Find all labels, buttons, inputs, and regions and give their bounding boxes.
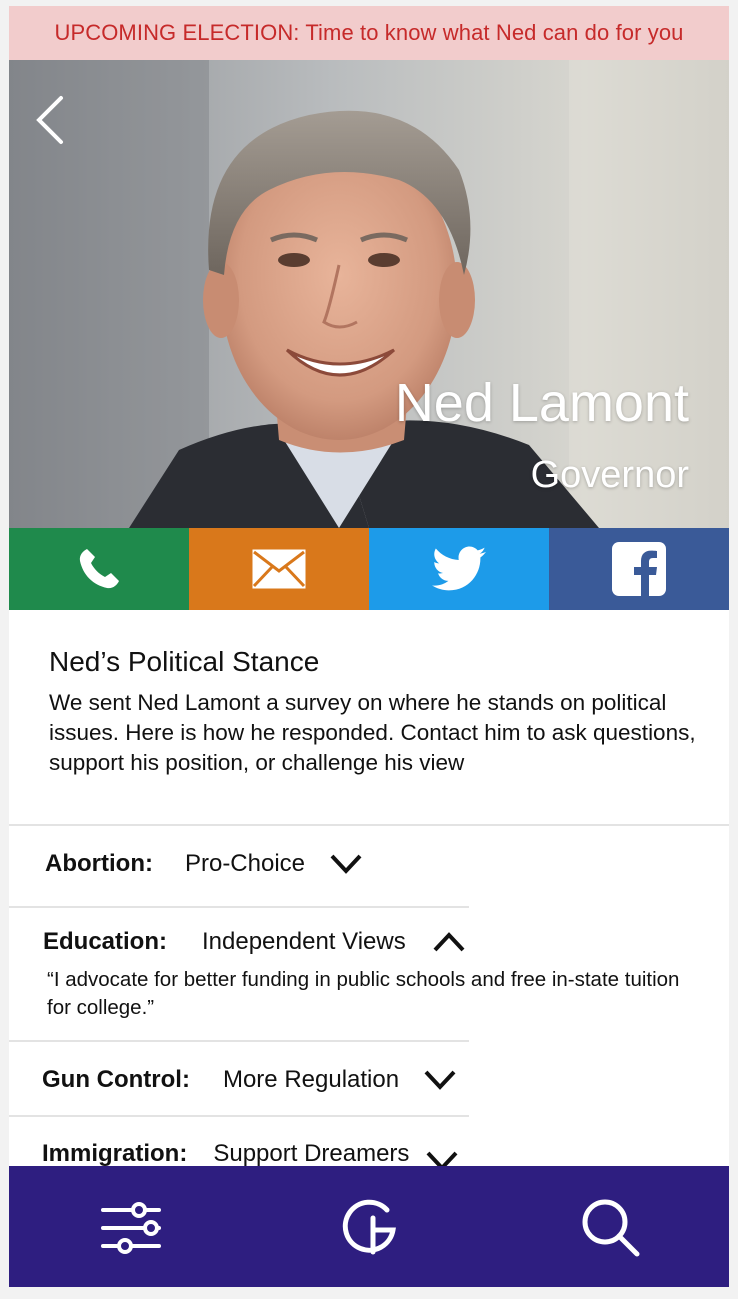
issue-row-education[interactable]: Education: Independent Views [43, 922, 466, 962]
election-banner[interactable]: UPCOMING ELECTION: Time to know what Ned… [9, 6, 729, 60]
search-icon [582, 1199, 640, 1257]
app-screen: UPCOMING ELECTION: Time to know what Ned… [9, 6, 729, 1287]
row-divider [9, 906, 469, 908]
facebook-button[interactable] [549, 528, 729, 610]
twitter-button[interactable] [369, 528, 549, 610]
candidate-title: Governor [530, 454, 689, 496]
filters-button[interactable] [99, 1196, 163, 1260]
issue-value: Support Dreamers [213, 1140, 410, 1167]
search-button[interactable] [579, 1196, 643, 1260]
logo-g-icon [342, 1199, 396, 1255]
contact-bar [9, 528, 729, 610]
chevron-down-icon[interactable] [329, 852, 363, 876]
profile-hero: Ned Lamont Governor [9, 60, 729, 528]
bottom-navigation [9, 1166, 729, 1287]
filters-icon [101, 1202, 161, 1254]
chevron-left-icon [36, 96, 63, 144]
political-stance-section: Ned’s Political Stance We sent Ned Lamon… [49, 646, 699, 778]
education-quote: “I advocate for better funding in public… [47, 968, 680, 1019]
phone-icon [79, 549, 119, 589]
issue-row-gun-control[interactable]: Gun Control: More Regulation [42, 1060, 457, 1100]
facebook-icon [612, 542, 666, 596]
home-button[interactable] [337, 1196, 401, 1260]
issue-label: Education: [43, 928, 167, 955]
issue-value: Pro-Choice [184, 850, 306, 877]
email-button[interactable] [189, 528, 369, 610]
candidate-name: Ned Lamont [394, 373, 689, 433]
issue-value: More Regulation [222, 1066, 400, 1093]
chevron-down-icon[interactable] [423, 1068, 457, 1092]
stance-description: We sent Ned Lamont a survey on where he … [49, 690, 696, 775]
issue-label: Gun Control: [42, 1066, 190, 1093]
banner-text: UPCOMING ELECTION: Time to know what Ned… [54, 20, 684, 45]
issue-value: Independent Views [202, 928, 406, 955]
section-divider [9, 824, 729, 826]
mail-icon [252, 549, 306, 589]
issue-row-abortion[interactable]: Abortion: Pro-Choice [45, 844, 363, 884]
stance-heading: Ned’s Political Stance [49, 646, 320, 677]
call-button[interactable] [9, 528, 189, 610]
twitter-icon [432, 546, 486, 591]
row-divider [9, 1115, 469, 1117]
issue-label: Immigration: [42, 1140, 188, 1167]
back-button[interactable] [29, 92, 77, 148]
issue-label: Abortion: [45, 850, 153, 877]
chevron-up-icon[interactable] [432, 930, 466, 954]
row-divider [9, 1040, 469, 1042]
